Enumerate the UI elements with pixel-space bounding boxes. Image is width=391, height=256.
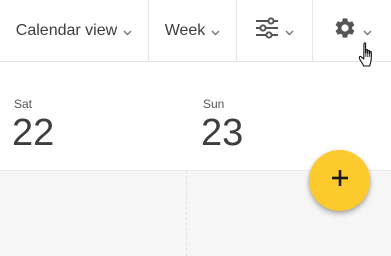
sliders-icon: [255, 17, 279, 44]
range-label: Week: [164, 21, 206, 39]
day-number: 22: [12, 112, 55, 154]
range-dropdown[interactable]: Week: [149, 0, 236, 61]
toolbar: Calendar view Week: [0, 0, 391, 62]
chevron-down-icon: [363, 23, 372, 41]
settings-dropdown[interactable]: [313, 0, 391, 61]
day-name: Sat: [14, 97, 33, 111]
chevron-down-icon: [285, 23, 294, 41]
chevron-down-icon: [211, 23, 220, 41]
chevron-down-icon: [123, 23, 132, 41]
gear-icon: [333, 16, 357, 45]
add-event-button[interactable]: [309, 150, 370, 211]
day-number: 23: [201, 112, 244, 154]
filter-dropdown[interactable]: [237, 0, 312, 61]
day-column-divider: [186, 171, 187, 256]
day-name: Sun: [203, 97, 225, 111]
calendar-view-dropdown[interactable]: Calendar view: [0, 0, 148, 61]
plus-icon: [331, 169, 349, 192]
calendar-week-view: Sat 22 Sun 23: [0, 62, 391, 256]
calendar-view-label: Calendar view: [15, 21, 118, 39]
